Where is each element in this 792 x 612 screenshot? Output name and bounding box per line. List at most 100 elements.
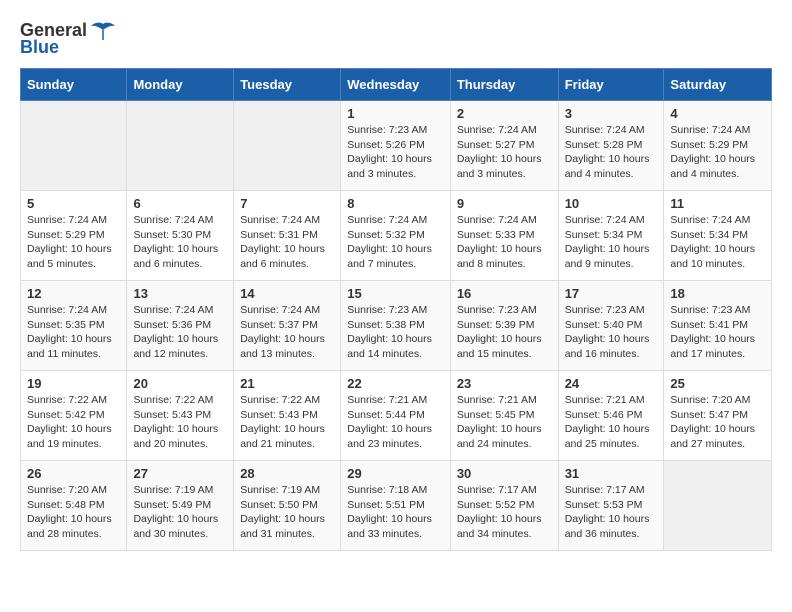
calendar-cell: 28 Sunrise: 7:19 AMSunset: 5:50 PMDayligh… [234, 461, 341, 551]
header-day-wednesday: Wednesday [341, 69, 451, 101]
cell-content: Sunrise: 7:24 AMSunset: 5:27 PMDaylight:… [457, 123, 552, 182]
cell-content: Sunrise: 7:23 AMSunset: 5:26 PMDaylight:… [347, 123, 444, 182]
calendar-cell: 17 Sunrise: 7:23 AMSunset: 5:40 PMDayligh… [558, 281, 664, 371]
week-row-1: 1 Sunrise: 7:23 AMSunset: 5:26 PMDaylight… [21, 101, 772, 191]
cell-content: Sunrise: 7:23 AMSunset: 5:38 PMDaylight:… [347, 303, 444, 362]
cell-content: Sunrise: 7:24 AMSunset: 5:31 PMDaylight:… [240, 213, 334, 272]
calendar-cell: 11 Sunrise: 7:24 AMSunset: 5:34 PMDayligh… [664, 191, 772, 281]
day-number: 9 [457, 196, 552, 211]
day-number: 16 [457, 286, 552, 301]
day-number: 4 [670, 106, 765, 121]
calendar-cell: 6 Sunrise: 7:24 AMSunset: 5:30 PMDaylight… [127, 191, 234, 281]
cell-content: Sunrise: 7:24 AMSunset: 5:35 PMDaylight:… [27, 303, 120, 362]
cell-content: Sunrise: 7:23 AMSunset: 5:39 PMDaylight:… [457, 303, 552, 362]
day-number: 25 [670, 376, 765, 391]
cell-content: Sunrise: 7:19 AMSunset: 5:49 PMDaylight:… [133, 483, 227, 542]
cell-content: Sunrise: 7:24 AMSunset: 5:37 PMDaylight:… [240, 303, 334, 362]
logo: General Blue [20, 20, 117, 58]
header-day-sunday: Sunday [21, 69, 127, 101]
cell-content: Sunrise: 7:24 AMSunset: 5:34 PMDaylight:… [670, 213, 765, 272]
day-number: 28 [240, 466, 334, 481]
calendar-table: SundayMondayTuesdayWednesdayThursdayFrid… [20, 68, 772, 551]
calendar-cell: 15 Sunrise: 7:23 AMSunset: 5:38 PMDayligh… [341, 281, 451, 371]
day-number: 6 [133, 196, 227, 211]
day-number: 15 [347, 286, 444, 301]
cell-content: Sunrise: 7:17 AMSunset: 5:52 PMDaylight:… [457, 483, 552, 542]
cell-content: Sunrise: 7:21 AMSunset: 5:45 PMDaylight:… [457, 393, 552, 452]
calendar-cell: 4 Sunrise: 7:24 AMSunset: 5:29 PMDaylight… [664, 101, 772, 191]
calendar-cell [664, 461, 772, 551]
calendar-cell: 25 Sunrise: 7:20 AMSunset: 5:47 PMDayligh… [664, 371, 772, 461]
calendar-cell: 26 Sunrise: 7:20 AMSunset: 5:48 PMDayligh… [21, 461, 127, 551]
calendar-cell: 22 Sunrise: 7:21 AMSunset: 5:44 PMDayligh… [341, 371, 451, 461]
day-number: 31 [565, 466, 658, 481]
day-number: 22 [347, 376, 444, 391]
cell-content: Sunrise: 7:24 AMSunset: 5:28 PMDaylight:… [565, 123, 658, 182]
cell-content: Sunrise: 7:24 AMSunset: 5:29 PMDaylight:… [670, 123, 765, 182]
calendar-cell: 3Sunrise: 7:24 AMSunset: 5:28 PMDaylight… [558, 101, 664, 191]
day-number: 11 [670, 196, 765, 211]
day-number: 2 [457, 106, 552, 121]
calendar-cell: 19 Sunrise: 7:22 AMSunset: 5:42 PMDayligh… [21, 371, 127, 461]
calendar-cell: 14 Sunrise: 7:24 AMSunset: 5:37 PMDayligh… [234, 281, 341, 371]
cell-content: Sunrise: 7:20 AMSunset: 5:48 PMDaylight:… [27, 483, 120, 542]
calendar-cell: 24Sunrise: 7:21 AMSunset: 5:46 PMDayligh… [558, 371, 664, 461]
cell-content: Sunrise: 7:18 AMSunset: 5:51 PMDaylight:… [347, 483, 444, 542]
header-day-friday: Friday [558, 69, 664, 101]
day-number: 8 [347, 196, 444, 211]
calendar-cell [21, 101, 127, 191]
day-number: 30 [457, 466, 552, 481]
calendar-cell: 21Sunrise: 7:22 AMSunset: 5:43 PMDayligh… [234, 371, 341, 461]
header-day-monday: Monday [127, 69, 234, 101]
cell-content: Sunrise: 7:24 AMSunset: 5:29 PMDaylight:… [27, 213, 120, 272]
day-number: 5 [27, 196, 120, 211]
cell-content: Sunrise: 7:17 AMSunset: 5:53 PMDaylight:… [565, 483, 658, 542]
logo-bird-icon [89, 22, 117, 40]
calendar-cell: 29 Sunrise: 7:18 AMSunset: 5:51 PMDayligh… [341, 461, 451, 551]
calendar-cell: 13Sunrise: 7:24 AMSunset: 5:36 PMDayligh… [127, 281, 234, 371]
calendar-cell: 2 Sunrise: 7:24 AMSunset: 5:27 PMDaylight… [450, 101, 558, 191]
day-number: 17 [565, 286, 658, 301]
calendar-cell: 5 Sunrise: 7:24 AMSunset: 5:29 PMDaylight… [21, 191, 127, 281]
calendar-cell: 30 Sunrise: 7:17 AMSunset: 5:52 PMDayligh… [450, 461, 558, 551]
day-number: 18 [670, 286, 765, 301]
calendar-cell [127, 101, 234, 191]
day-number: 1 [347, 106, 444, 121]
cell-content: Sunrise: 7:22 AMSunset: 5:43 PMDaylight:… [133, 393, 227, 452]
cell-content: Sunrise: 7:24 AMSunset: 5:32 PMDaylight:… [347, 213, 444, 272]
week-row-3: 12 Sunrise: 7:24 AMSunset: 5:35 PMDayligh… [21, 281, 772, 371]
day-number: 23 [457, 376, 552, 391]
week-row-2: 5 Sunrise: 7:24 AMSunset: 5:29 PMDaylight… [21, 191, 772, 281]
calendar-cell: 12 Sunrise: 7:24 AMSunset: 5:35 PMDayligh… [21, 281, 127, 371]
day-number: 20 [133, 376, 227, 391]
calendar-cell: 1 Sunrise: 7:23 AMSunset: 5:26 PMDaylight… [341, 101, 451, 191]
day-number: 19 [27, 376, 120, 391]
day-number: 14 [240, 286, 334, 301]
day-number: 24 [565, 376, 658, 391]
day-number: 12 [27, 286, 120, 301]
cell-content: Sunrise: 7:19 AMSunset: 5:50 PMDaylight:… [240, 483, 334, 542]
logo-blue-text: Blue [20, 37, 59, 58]
calendar-cell: 20 Sunrise: 7:22 AMSunset: 5:43 PMDayligh… [127, 371, 234, 461]
cell-content: Sunrise: 7:22 AMSunset: 5:42 PMDaylight:… [27, 393, 120, 452]
header-day-tuesday: Tuesday [234, 69, 341, 101]
header-day-thursday: Thursday [450, 69, 558, 101]
calendar-cell [234, 101, 341, 191]
week-row-4: 19 Sunrise: 7:22 AMSunset: 5:42 PMDayligh… [21, 371, 772, 461]
header-day-saturday: Saturday [664, 69, 772, 101]
header: General Blue [20, 20, 772, 58]
day-number: 29 [347, 466, 444, 481]
calendar-cell: 31 Sunrise: 7:17 AMSunset: 5:53 PMDayligh… [558, 461, 664, 551]
calendar-cell: 23 Sunrise: 7:21 AMSunset: 5:45 PMDayligh… [450, 371, 558, 461]
week-row-5: 26 Sunrise: 7:20 AMSunset: 5:48 PMDayligh… [21, 461, 772, 551]
cell-content: Sunrise: 7:20 AMSunset: 5:47 PMDaylight:… [670, 393, 765, 452]
calendar-cell: 7 Sunrise: 7:24 AMSunset: 5:31 PMDaylight… [234, 191, 341, 281]
header-row: SundayMondayTuesdayWednesdayThursdayFrid… [21, 69, 772, 101]
cell-content: Sunrise: 7:24 AMSunset: 5:30 PMDaylight:… [133, 213, 227, 272]
day-number: 7 [240, 196, 334, 211]
cell-content: Sunrise: 7:24 AMSunset: 5:33 PMDaylight:… [457, 213, 552, 272]
calendar-cell: 27Sunrise: 7:19 AMSunset: 5:49 PMDayligh… [127, 461, 234, 551]
day-number: 26 [27, 466, 120, 481]
cell-content: Sunrise: 7:21 AMSunset: 5:44 PMDaylight:… [347, 393, 444, 452]
cell-content: Sunrise: 7:23 AMSunset: 5:40 PMDaylight:… [565, 303, 658, 362]
